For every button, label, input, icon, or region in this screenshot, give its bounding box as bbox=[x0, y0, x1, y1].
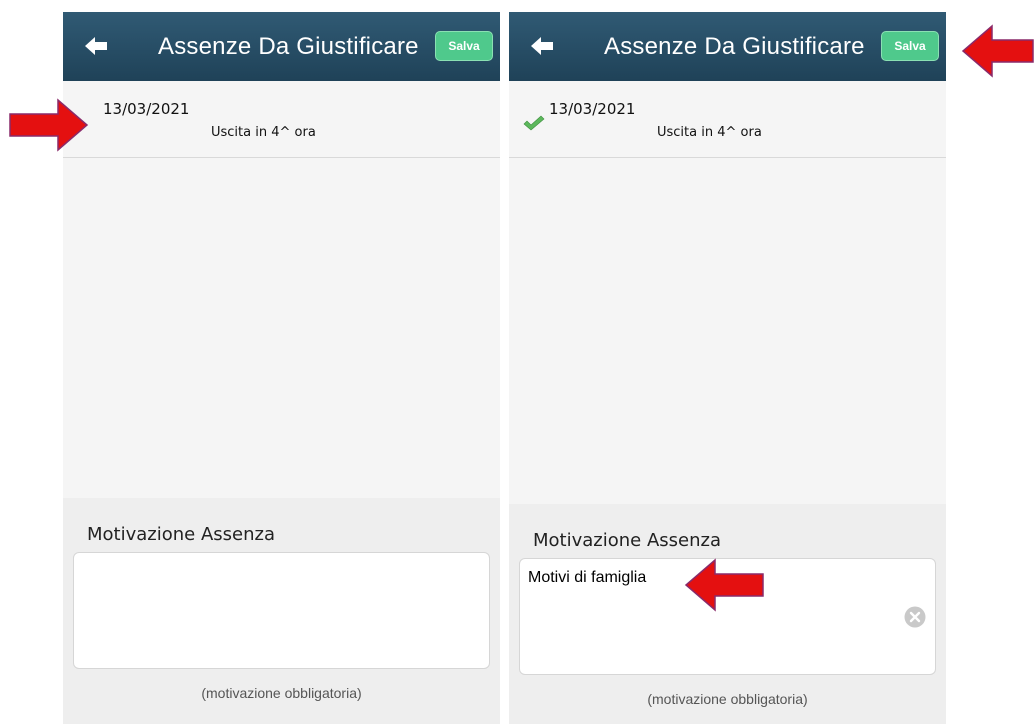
absence-description: Uscita in 4^ ora bbox=[211, 125, 316, 140]
motivazione-hint: (motivazione obbligatoria) bbox=[201, 685, 362, 701]
motivazione-label: Motivazione Assenza bbox=[533, 530, 721, 551]
clear-x-icon[interactable] bbox=[904, 606, 926, 628]
app-header: Assenze Da Giustificare Salva bbox=[509, 12, 946, 81]
absence-description: Uscita in 4^ ora bbox=[657, 125, 762, 140]
empty-list-area bbox=[509, 158, 946, 504]
absence-item[interactable]: 13/03/2021 Uscita in 4^ ora bbox=[509, 81, 946, 158]
motivazione-section: Motivazione Assenza Motivi di famiglia (… bbox=[509, 504, 946, 724]
annotation-arrow-icon bbox=[961, 24, 1034, 78]
annotation-arrow-icon bbox=[684, 558, 764, 612]
motivazione-label: Motivazione Assenza bbox=[87, 524, 275, 545]
absence-date: 13/03/2021 bbox=[549, 100, 636, 118]
app-header: Assenze Da Giustificare Salva bbox=[63, 12, 500, 81]
motivazione-hint: (motivazione obbligatoria) bbox=[647, 691, 808, 707]
back-arrow-icon[interactable] bbox=[83, 34, 109, 58]
annotation-arrow-icon bbox=[9, 98, 89, 152]
save-button[interactable]: Salva bbox=[881, 31, 939, 61]
screen-before: Assenze Da Giustificare Salva 13/03/2021… bbox=[63, 12, 500, 724]
motivazione-input[interactable] bbox=[73, 552, 490, 669]
save-button[interactable]: Salva bbox=[435, 31, 493, 61]
page-title: Assenze Da Giustificare bbox=[604, 33, 865, 60]
motivazione-value: Motivi di famiglia bbox=[528, 569, 647, 586]
motivazione-section: Motivazione Assenza (motivazione obbliga… bbox=[63, 498, 500, 724]
absence-date: 13/03/2021 bbox=[103, 100, 190, 118]
checkmark-icon bbox=[523, 115, 545, 131]
absence-item[interactable]: 13/03/2021 Uscita in 4^ ora bbox=[63, 81, 500, 158]
screen-after: Assenze Da Giustificare Salva 13/03/2021… bbox=[509, 12, 946, 724]
back-arrow-icon[interactable] bbox=[529, 34, 555, 58]
page-title: Assenze Da Giustificare bbox=[158, 33, 419, 60]
empty-list-area bbox=[63, 158, 500, 498]
